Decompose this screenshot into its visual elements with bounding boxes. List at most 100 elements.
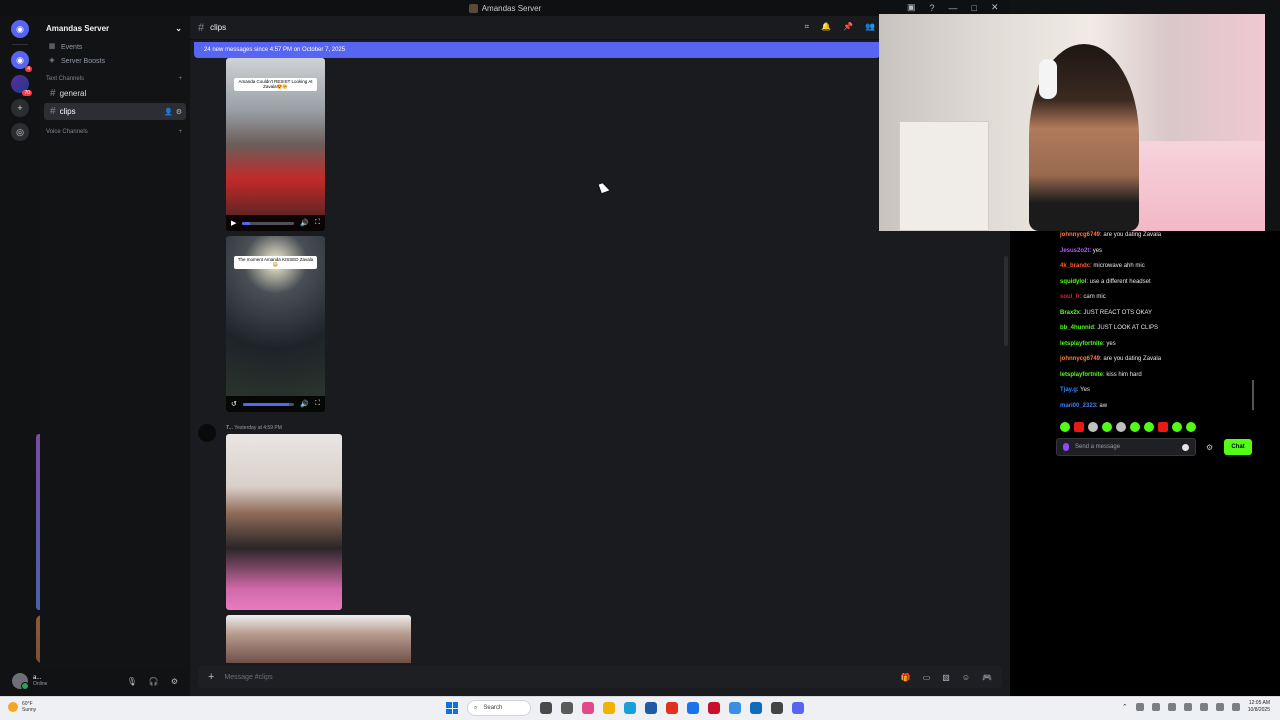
message-author[interactable]: 7...: [226, 425, 233, 431]
chat-input[interactable]: Send a message: [1056, 438, 1196, 456]
category-text-channels[interactable]: Text Channels +: [40, 68, 190, 84]
bell-icon[interactable]: 🔔: [821, 22, 831, 32]
microphone-icon[interactable]: 🎙: [127, 677, 137, 686]
taskbar-search[interactable]: ⌕ Search: [467, 700, 531, 716]
file-explorer-icon[interactable]: [603, 702, 615, 714]
inbox-icon[interactable]: ▣: [907, 2, 916, 13]
emote-icon[interactable]: [1116, 422, 1126, 432]
volume-icon[interactable]: 🔊: [300, 400, 309, 408]
emote-icon[interactable]: [1074, 422, 1084, 432]
tray-app-icon[interactable]: [1183, 703, 1192, 711]
chat-username[interactable]: letsplayfortnite: [1060, 372, 1103, 378]
add-attachment-icon[interactable]: +: [208, 671, 214, 683]
discord-home-icon[interactable]: ◉: [11, 20, 29, 38]
gear-icon[interactable]: ⚙: [1206, 443, 1213, 452]
maximize-icon[interactable]: □: [972, 3, 977, 13]
category-voice-channels[interactable]: Voice Channels +: [40, 121, 190, 137]
app-icon-1[interactable]: [582, 702, 594, 714]
chat-username[interactable]: Jesus2o2t: [1060, 248, 1089, 254]
add-server-icon[interactable]: +: [11, 99, 29, 117]
emote-icon[interactable]: [1088, 422, 1098, 432]
help-app-icon[interactable]: [687, 702, 699, 714]
gif-icon[interactable]: ▭: [923, 673, 931, 682]
copilot-icon[interactable]: [540, 702, 552, 714]
emote-icon[interactable]: [1060, 422, 1070, 432]
chat-username[interactable]: bb_4hunnid: [1060, 325, 1094, 331]
user-info[interactable]: a... Online: [33, 675, 47, 687]
task-view-icon[interactable]: [561, 702, 573, 714]
tray-app-icon[interactable]: [1167, 703, 1176, 711]
chat-send-button[interactable]: Chat: [1224, 439, 1252, 455]
microphone-icon[interactable]: [1063, 443, 1069, 451]
members-icon[interactable]: 👥: [865, 22, 875, 32]
events-item[interactable]: ▦ Events: [40, 40, 190, 54]
invite-icon[interactable]: 👤: [164, 108, 173, 116]
app-icon-2[interactable]: [666, 702, 678, 714]
chat-username[interactable]: letsplayfortnite: [1060, 341, 1103, 347]
chat-username[interactable]: Brax2x: [1060, 310, 1080, 316]
server-icon-2[interactable]: ◉ 4: [11, 51, 32, 72]
emote-icon[interactable]: [1102, 422, 1112, 432]
chat-username[interactable]: johnnycg6749: [1060, 232, 1100, 238]
clock[interactable]: 12:05 AM 10/8/2025: [1248, 700, 1270, 714]
channel-clips[interactable]: # clips 👤 ⚙: [44, 103, 186, 120]
chevron-up-icon[interactable]: ⌃: [1122, 703, 1128, 711]
emoji-icon[interactable]: ☺: [962, 673, 970, 682]
video-attachment[interactable]: Amanda Couldn't RESIST Looking At Zavala…: [226, 58, 325, 231]
discover-icon[interactable]: ◎: [11, 123, 29, 141]
chat-username[interactable]: johnnycg6749: [1060, 356, 1100, 362]
discord-app-icon[interactable]: [792, 702, 804, 714]
wifi-icon[interactable]: [1199, 703, 1208, 711]
chat-username[interactable]: mari00_2323: [1060, 403, 1096, 409]
message-input[interactable]: Message #clips: [224, 674, 272, 681]
chat-scrollbar[interactable]: [1252, 380, 1254, 410]
help-icon[interactable]: ?: [930, 3, 935, 13]
volume-icon[interactable]: [1215, 703, 1224, 711]
mcafee-icon[interactable]: [708, 702, 720, 714]
sticker-icon[interactable]: ▧: [942, 673, 950, 682]
image-attachment[interactable]: [226, 434, 342, 610]
gift-icon[interactable]: 🎁: [901, 673, 911, 682]
threads-icon[interactable]: ⌗: [805, 22, 810, 32]
chat-username[interactable]: soul_fr: [1060, 294, 1080, 300]
replay-icon[interactable]: ↺: [231, 400, 237, 408]
chat-username[interactable]: Tjay.g: [1060, 387, 1077, 393]
emote-icon[interactable]: [1186, 422, 1196, 432]
fullscreen-icon[interactable]: ⛶: [315, 400, 320, 408]
chat-username[interactable]: squidylol: [1060, 279, 1086, 285]
server-boosts-item[interactable]: ◈ Server Boosts: [40, 54, 190, 68]
chat-username[interactable]: 4k_brandc: [1060, 263, 1090, 269]
outlook-icon[interactable]: [750, 702, 762, 714]
app-icon-4[interactable]: [771, 702, 783, 714]
apps-icon[interactable]: 🎮: [982, 673, 992, 682]
scrollbar[interactable]: [1004, 256, 1008, 346]
server-name-header[interactable]: Amandas Server ⌄: [40, 16, 190, 40]
message-composer[interactable]: + Message #clips 🎁 ▭ ▧ ☺ 🎮: [198, 666, 1002, 688]
app-icon-3[interactable]: [729, 702, 741, 714]
avatar[interactable]: [198, 424, 216, 442]
video-attachment[interactable]: The moment Amanda KISSED Zavala 😳 ↺ 🔊 ⛶: [226, 236, 325, 412]
play-icon[interactable]: ▶: [231, 219, 236, 227]
new-messages-banner[interactable]: 24 new messages since 4:57 PM on October…: [194, 42, 880, 58]
weather-widget[interactable]: 60°F Sunny: [8, 701, 36, 713]
emote-icon[interactable]: [1130, 422, 1140, 432]
edge-icon[interactable]: [624, 702, 636, 714]
minimize-icon[interactable]: —: [949, 3, 958, 13]
tray-app-icon[interactable]: [1135, 703, 1144, 711]
emote-icon[interactable]: [1158, 422, 1168, 432]
store-icon[interactable]: [645, 702, 657, 714]
avatar[interactable]: [12, 673, 29, 690]
pin-icon[interactable]: 📌: [843, 22, 853, 32]
channel-general[interactable]: # general: [44, 85, 186, 102]
volume-icon[interactable]: 🔊: [300, 219, 309, 227]
image-attachment[interactable]: [226, 615, 411, 663]
tray-app-icon[interactable]: [1151, 703, 1160, 711]
close-icon[interactable]: ✕: [991, 2, 999, 13]
headphones-icon[interactable]: 🎧: [149, 677, 159, 686]
emote-icon[interactable]: [1172, 422, 1182, 432]
add-channel-icon[interactable]: +: [178, 76, 182, 82]
gear-icon[interactable]: ⚙: [176, 108, 182, 116]
emoji-icon[interactable]: [1182, 443, 1189, 451]
windows-start-icon[interactable]: [446, 702, 458, 714]
gear-icon[interactable]: ⚙: [171, 677, 178, 686]
